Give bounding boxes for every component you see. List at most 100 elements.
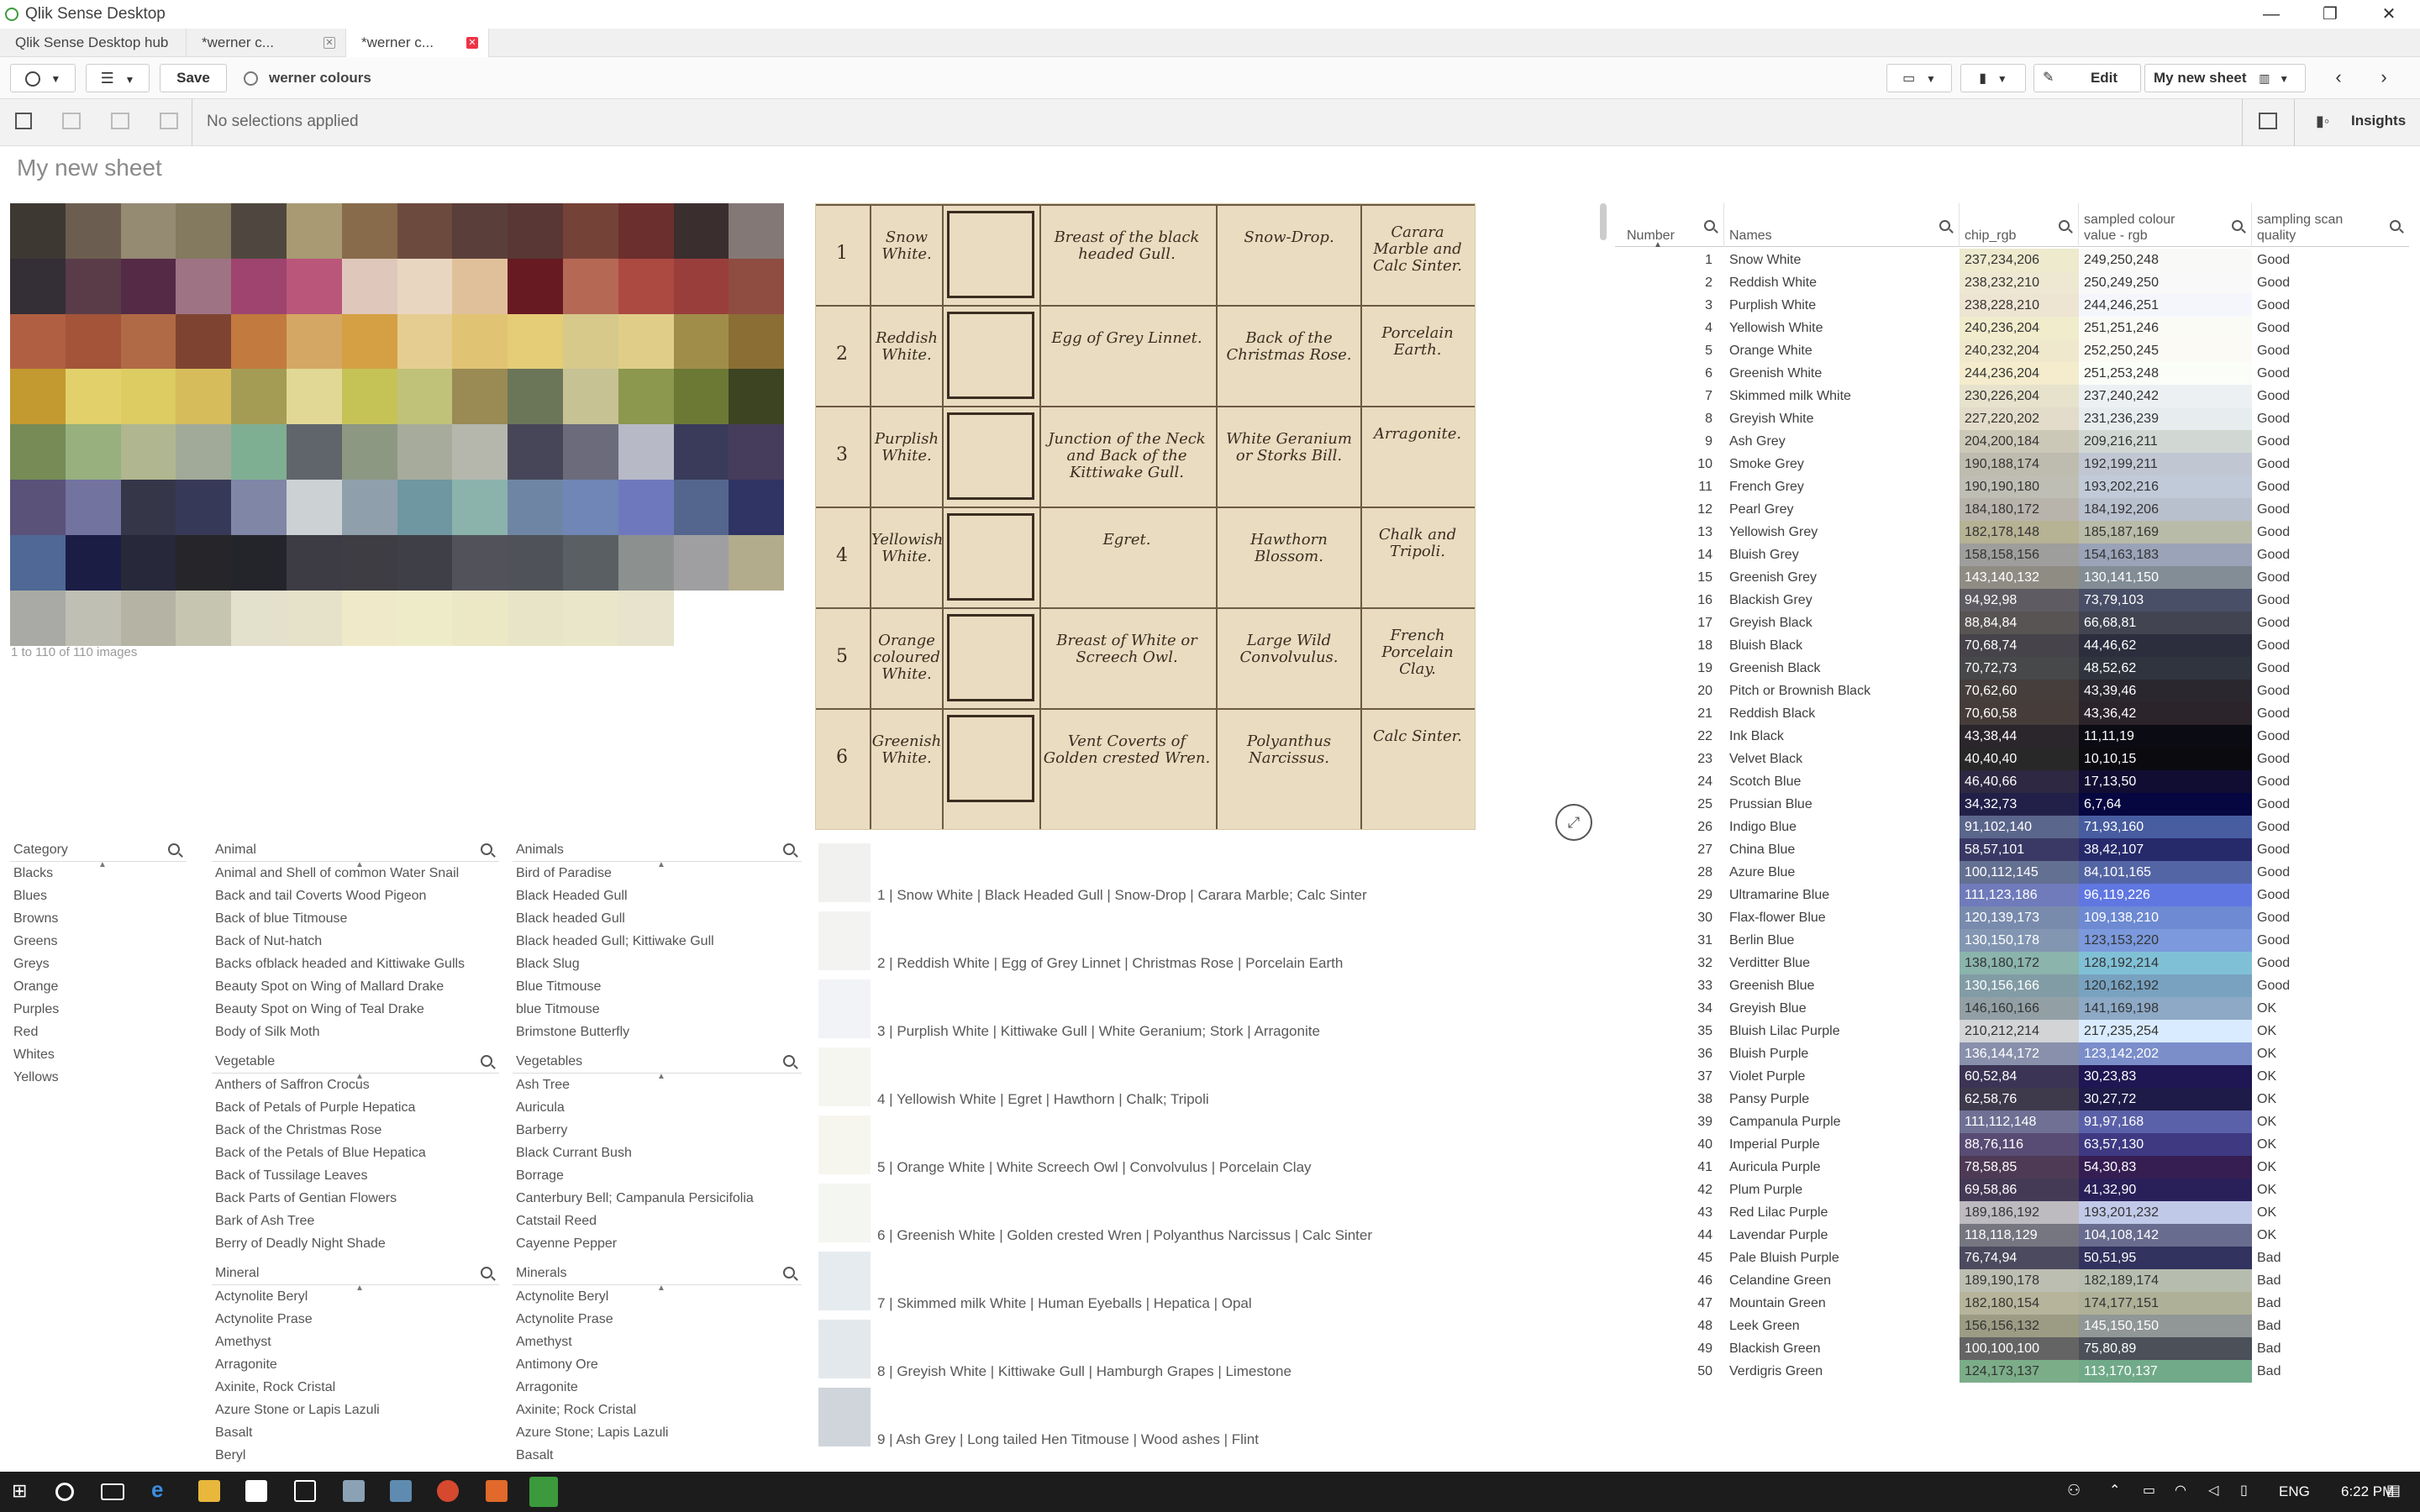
list-item[interactable]: 3 | Purplish White | Kittiwake Gull | Wh… [815, 974, 1487, 1042]
color-chip[interactable] [508, 369, 564, 425]
table-row[interactable]: 18 Bluish Black 70,68,74 44,46,62 Good [1615, 634, 2409, 657]
color-chip[interactable] [563, 258, 618, 314]
color-chip[interactable] [341, 534, 397, 591]
color-chip[interactable] [452, 534, 508, 591]
clear-selections-icon[interactable] [160, 113, 178, 129]
app-icon[interactable] [343, 1480, 365, 1502]
tab-hub[interactable]: Qlik Sense Desktop hub [0, 29, 187, 57]
color-chip[interactable] [176, 203, 232, 259]
navigation-menu-button[interactable]: ▼ [10, 64, 76, 92]
filter-mineral[interactable]: Mineral ▲ Actynolite Beryl Actynolite Pras… [212, 1262, 499, 1465]
color-chip[interactable] [10, 480, 66, 535]
filter-item[interactable]: Basalt [212, 1421, 499, 1444]
color-chip[interactable] [563, 313, 618, 370]
notifications-icon[interactable]: ▤ [2386, 1482, 2401, 1499]
search-icon[interactable] [783, 843, 795, 855]
table-row[interactable]: 50 Verdigris Green 124,173,137 113,170,137 B… [1615, 1360, 2409, 1383]
color-chip[interactable] [563, 424, 618, 480]
color-chip[interactable] [673, 534, 729, 591]
filter-item[interactable]: Black headed Gull [513, 907, 802, 930]
filter-minerals[interactable]: Minerals ▲ Actynolite Beryl Actynolite Pra… [513, 1262, 802, 1465]
color-chip[interactable] [176, 480, 232, 535]
list-item[interactable]: 7 | Skimmed milk White | Human Eyeballs … [815, 1247, 1487, 1315]
color-chip[interactable] [563, 369, 618, 425]
filter-item[interactable]: Antimony Ore [513, 1353, 802, 1376]
table-row[interactable]: 2 Reddish White 238,232,210 250,249,250 Good [1615, 271, 2409, 294]
color-chip[interactable] [176, 258, 232, 314]
table-row[interactable]: 8 Greyish White 227,220,202 231,236,239 Good [1615, 407, 2409, 430]
color-chip[interactable] [10, 203, 66, 259]
color-chip[interactable] [397, 258, 453, 314]
color-chip[interactable] [65, 534, 121, 591]
color-chip[interactable] [120, 258, 176, 314]
search-icon[interactable] [168, 843, 180, 855]
color-chip[interactable] [397, 534, 453, 591]
table-row[interactable]: 15 Greenish Grey 143,140,132 130,141,150 Goo… [1615, 566, 2409, 589]
color-chip[interactable] [397, 480, 453, 535]
filter-animals[interactable]: Animals ▲ Bird of Paradise Black Headed Gu… [513, 838, 802, 1040]
table-row[interactable]: 3 Purplish White 238,228,210 244,246,251 Goo… [1615, 294, 2409, 317]
filter-item[interactable]: Whites [10, 1043, 187, 1066]
expand-icon[interactable]: ⤢ [1555, 804, 1592, 841]
filter-item[interactable]: Body of Silk Moth [212, 1021, 499, 1040]
filter-item[interactable]: Black Headed Gull [513, 885, 802, 907]
filter-item[interactable]: Back of the Petals of Blue Hepatica [212, 1142, 499, 1164]
color-chip[interactable] [341, 369, 397, 425]
table-row[interactable]: 5 Orange White 240,232,204 252,250,245 Good [1615, 339, 2409, 362]
filter-item[interactable]: Greys [10, 953, 187, 975]
network-icon[interactable]: ◠ [2175, 1482, 2186, 1499]
color-chip[interactable] [508, 424, 564, 480]
color-chip[interactable] [397, 369, 453, 425]
color-chip[interactable] [65, 258, 121, 314]
color-chip[interactable] [231, 369, 287, 425]
tab-close-icon[interactable]: ✕ [324, 37, 335, 49]
table-row[interactable]: 16 Blackish Grey 94,92,98 73,79,103 Good [1615, 589, 2409, 612]
filter-item[interactable]: Cayenne Pepper [513, 1232, 802, 1253]
color-chip[interactable] [397, 203, 453, 259]
table-row[interactable]: 23 Velvet Black 40,40,40 10,10,15 Good [1615, 748, 2409, 770]
color-chip[interactable] [673, 424, 729, 480]
chrome-icon[interactable] [437, 1480, 459, 1502]
color-chip[interactable] [563, 534, 618, 591]
search-icon[interactable] [783, 1055, 795, 1067]
step-back-icon[interactable] [62, 113, 81, 129]
table-row[interactable]: 11 French Grey 190,190,180 193,202,216 Good [1615, 475, 2409, 498]
col-number[interactable]: Number ▲ [1615, 203, 1724, 249]
color-chip[interactable] [618, 534, 674, 591]
minimize-button[interactable]: — [2242, 0, 2301, 29]
search-icon[interactable] [481, 843, 492, 855]
filter-item[interactable]: Black Currant Bush [513, 1142, 802, 1164]
filter-item[interactable]: Azure Stone or Lapis Lazuli [212, 1399, 499, 1421]
people-icon[interactable]: ⚇ [2067, 1482, 2081, 1499]
table-row[interactable]: 46 Celandine Green 189,190,178 182,189,174 B… [1615, 1269, 2409, 1292]
color-chip[interactable] [397, 424, 453, 480]
filter-item[interactable]: Browns [10, 907, 187, 930]
filter-item[interactable]: Purples [10, 998, 187, 1021]
table-row[interactable]: 19 Greenish Black 70,72,73 48,52,62 Good [1615, 657, 2409, 680]
filter-item[interactable]: Barberry [513, 1119, 802, 1142]
color-chip[interactable] [120, 424, 176, 480]
color-chip[interactable] [397, 590, 453, 646]
store-icon[interactable] [245, 1480, 267, 1502]
previous-sheet-button[interactable]: ‹ [2321, 64, 2356, 92]
color-chip[interactable] [10, 424, 66, 480]
color-chip[interactable] [287, 369, 342, 425]
color-chip[interactable] [618, 313, 674, 370]
table-row[interactable]: 31 Berlin Blue 130,150,178 123,153,220 Good [1615, 929, 2409, 952]
color-chip[interactable] [10, 369, 66, 425]
file-explorer-icon[interactable] [198, 1480, 220, 1502]
filter-item[interactable]: Amethyst [513, 1331, 802, 1353]
filter-item[interactable]: Black Slug [513, 953, 802, 975]
filter-header[interactable]: Vegetable ▲ [212, 1050, 499, 1081]
table-row[interactable]: 45 Pale Bluish Purple 76,74,94 50,51,95 Bad [1615, 1247, 2409, 1269]
filter-item[interactable]: Beauty Spot on Wing of Mallard Drake [212, 975, 499, 998]
table-row[interactable]: 38 Pansy Purple 62,58,76 30,27,72 OK [1615, 1088, 2409, 1110]
list-item[interactable]: 1 | Snow White | Black Headed Gull | Sno… [815, 838, 1487, 906]
color-chip[interactable] [618, 258, 674, 314]
filter-item[interactable]: blue Titmouse [513, 998, 802, 1021]
col-sampled-rgb[interactable]: sampled colour value - rgb [2079, 203, 2252, 247]
battery-icon[interactable]: ▭ [2143, 1482, 2155, 1499]
list-item[interactable]: 6 | Greenish White | Golden crested Wren… [815, 1179, 1487, 1247]
filter-item[interactable]: Axinite; Rock Cristal [513, 1399, 802, 1421]
table-row[interactable]: 27 China Blue 58,57,101 38,42,107 Good [1615, 838, 2409, 861]
